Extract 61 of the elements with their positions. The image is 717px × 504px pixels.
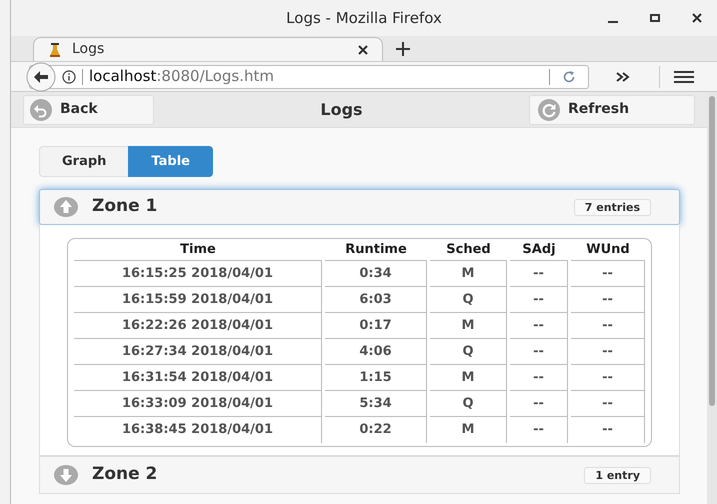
view-tab[interactable]: Table [128,146,213,177]
column-header: WUnd [586,242,630,257]
table-cell: M [462,370,474,385]
table-cell: -- [533,422,544,438]
entry-count: 7 entries [574,198,651,216]
table-cell: M [462,318,474,333]
table-cell: -- [602,292,613,307]
column-header: SAdj [522,242,556,257]
table-cell: -- [602,396,613,411]
table-cell: 16:33:09 2018/04/01 [122,396,274,411]
table-cell: Q [462,396,474,411]
table-cell: -- [602,370,613,385]
table-cell: 0:34 [359,266,392,281]
column-header: Sched [446,242,491,257]
table-cell: 16:31:54 2018/04/01 [122,370,274,385]
new-tab-icon[interactable] [395,41,411,57]
flask-icon [48,42,62,56]
table-cell: -- [533,344,544,359]
table-cell: 0:22 [359,422,392,438]
close-tab-icon[interactable] [358,44,368,54]
table-cell: -- [602,266,613,281]
table-cell: 6:03 [359,292,392,307]
table-cell: M [462,266,474,281]
table-cell: 16:15:25 2018/04/01 [122,266,274,281]
zone-title: Zone 2 [92,463,158,486]
column-header: Time [180,242,216,257]
table-cell: -- [533,318,544,333]
refresh-icon [538,98,560,120]
close-icon[interactable] [691,12,703,24]
page-title: Logs [320,98,363,120]
table-cell: 1:15 [359,370,392,385]
table-cell: -- [602,422,613,438]
table-cell: -- [602,344,613,359]
refresh-button[interactable]: Refresh [528,94,695,124]
table-cell: 16:38:45 2018/04/01 [122,422,274,438]
table-cell: M [462,422,474,438]
table-cell: -- [533,292,544,307]
table-cell: 16:15:59 2018/04/01 [122,292,274,307]
zone-title: Zone 1 [92,195,158,218]
table-cell: Q [462,292,474,307]
table-cell: 5:34 [359,396,392,411]
table-cell: 4:06 [359,344,392,359]
table-cell: 16:27:34 2018/04/01 [122,344,274,359]
table-cell: 0:17 [359,318,392,333]
column-header: Runtime [345,242,407,257]
maximize-icon[interactable] [649,12,661,24]
entry-count: 1 entry [584,466,651,484]
scrollbar[interactable] [707,92,717,504]
window-title: Logs - Mozilla Firefox [286,8,442,29]
table-cell: Q [462,344,474,359]
table-cell: -- [533,266,544,281]
back-button[interactable]: Back [23,94,154,124]
table-cell: -- [533,370,544,385]
view-tab[interactable]: Graph [39,146,128,177]
browser-tab[interactable]: Logs [33,37,383,61]
overflow-chevron-icon[interactable] [615,70,631,82]
menu-icon[interactable] [674,70,694,84]
table-cell: -- [533,396,544,411]
table-cell: -- [602,318,613,333]
zone-header[interactable]: Zone 1 7 entries [39,189,680,225]
table-cell: 16:22:26 2018/04/01 [122,318,274,333]
